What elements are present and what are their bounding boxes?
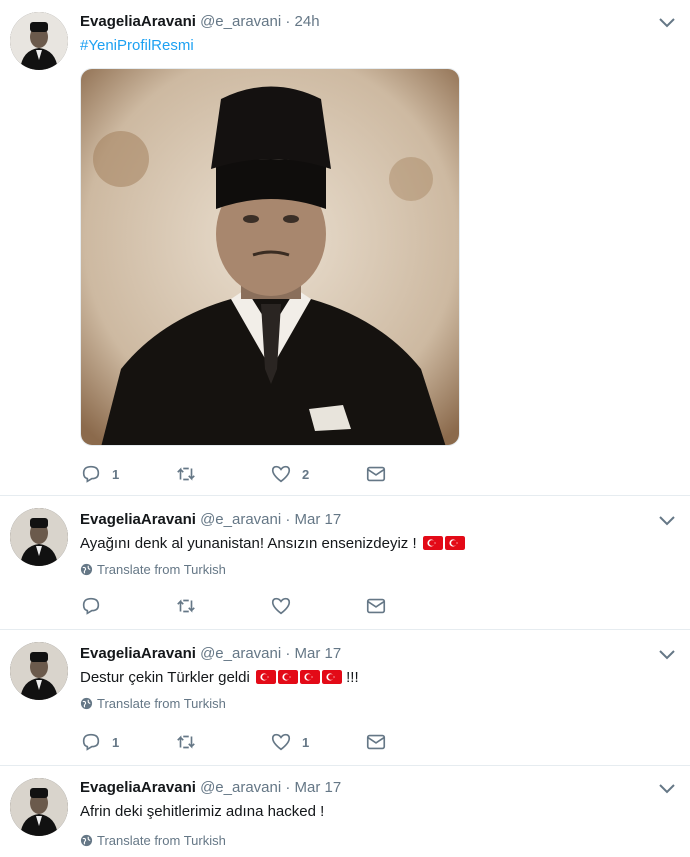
tweet-actions: 1 1 — [80, 730, 400, 754]
turkish-flag-icon — [277, 670, 298, 684]
envelope-icon — [366, 734, 386, 750]
avatar[interactable] — [10, 642, 68, 700]
like-button[interactable]: 2 — [270, 462, 309, 486]
heart-icon — [271, 465, 291, 483]
heart-icon — [271, 597, 291, 615]
tweet-header: EvageliaAravani @e_aravani · Mar 17 — [80, 644, 341, 664]
chevron-down-icon[interactable] — [658, 17, 676, 29]
tweet-header: EvageliaAravani @e_aravani · 24h — [80, 12, 320, 32]
globe-icon — [80, 563, 93, 576]
avatar[interactable] — [10, 508, 68, 566]
reply-button[interactable] — [80, 594, 102, 618]
tweet-body-suffix: !!! — [346, 669, 359, 686]
tweet-header: EvageliaAravani @e_aravani · Mar 17 — [80, 778, 341, 798]
tweet[interactable]: EvageliaAravani @e_aravani · Mar 17 Dest… — [0, 630, 690, 766]
reply-count: 1 — [112, 466, 120, 482]
chevron-down-icon[interactable] — [658, 649, 676, 661]
like-button[interactable] — [270, 594, 292, 618]
tweet-body: Destur çekin Türkler geldi — [80, 669, 250, 686]
globe-icon — [80, 697, 93, 710]
retweet-icon — [177, 735, 195, 749]
tweet-text: Destur çekin Türkler geldi !!! — [80, 668, 359, 688]
translate-link[interactable]: Translate from Turkish — [80, 833, 226, 849]
author-name[interactable]: EvageliaAravani — [80, 779, 196, 796]
dm-button[interactable] — [365, 730, 387, 754]
turkish-flag-icon — [444, 536, 465, 550]
tweet[interactable]: EvageliaAravani @e_aravani · Mar 17 Ayağ… — [0, 496, 690, 630]
chevron-down-icon[interactable] — [658, 515, 676, 527]
retweet-icon — [177, 599, 195, 613]
reply-icon — [82, 733, 100, 751]
dm-button[interactable] — [365, 462, 387, 486]
retweet-button[interactable] — [175, 462, 207, 486]
translate-link[interactable]: Translate from Turkish — [80, 562, 226, 578]
tweet-photo[interactable] — [80, 68, 460, 446]
tweet-header: EvageliaAravani @e_aravani · Mar 17 — [80, 510, 341, 530]
turkish-flag-icon — [255, 670, 276, 684]
translate-label: Translate from Turkish — [97, 833, 226, 848]
turkish-flag-icon — [299, 670, 320, 684]
dm-button[interactable] — [365, 594, 387, 618]
tweet-timestamp[interactable]: 24h — [295, 13, 320, 30]
tweet-actions — [80, 594, 400, 618]
hashtag-link[interactable]: #YeniProfilResmi — [80, 37, 194, 54]
retweet-button[interactable] — [175, 594, 197, 618]
tweet-timestamp[interactable]: Mar 17 — [295, 779, 342, 796]
translate-link[interactable]: Translate from Turkish — [80, 696, 226, 712]
author-handle[interactable]: @e_aravani — [200, 511, 281, 528]
turkish-flag-icon — [321, 670, 342, 684]
separator-dot: · — [285, 779, 291, 796]
reply-icon — [82, 597, 100, 615]
envelope-icon — [366, 466, 386, 482]
reply-count: 1 — [112, 734, 120, 750]
reply-button[interactable]: 1 — [80, 462, 119, 486]
translate-label: Translate from Turkish — [97, 696, 226, 711]
tweet-timestamp[interactable]: Mar 17 — [295, 645, 342, 662]
author-handle[interactable]: @e_aravani — [200, 645, 281, 662]
globe-icon — [80, 834, 93, 847]
like-count: 1 — [302, 734, 310, 750]
reply-icon — [82, 465, 100, 483]
tweet-timestamp[interactable]: Mar 17 — [295, 511, 342, 528]
portrait-image — [81, 69, 459, 445]
tweet-feed: EvageliaAravani @e_aravani · 24h #YeniPr… — [0, 0, 690, 857]
avatar[interactable] — [10, 12, 68, 70]
heart-icon — [271, 733, 291, 751]
tweet-text: #YeniProfilResmi — [80, 36, 194, 56]
retweet-button[interactable] — [175, 730, 197, 754]
envelope-icon — [366, 598, 386, 614]
separator-dot: · — [285, 645, 291, 662]
translate-label: Translate from Turkish — [97, 562, 226, 577]
chevron-down-icon[interactable] — [658, 783, 676, 795]
author-name[interactable]: EvageliaAravani — [80, 645, 196, 662]
author-handle[interactable]: @e_aravani — [200, 779, 281, 796]
retweet-icon — [177, 467, 195, 481]
turkish-flag-icon — [422, 536, 443, 550]
separator-dot: · — [285, 511, 291, 528]
tweet-text: Ayağını denk al yunanistan! Ansızın ense… — [80, 534, 465, 554]
separator-dot: · — [285, 13, 291, 30]
tweet-body: Ayağını denk al yunanistan! Ansızın ense… — [80, 535, 417, 552]
tweet-actions: 1 2 — [80, 462, 400, 486]
tweet[interactable]: EvageliaAravani @e_aravani · 24h #YeniPr… — [0, 0, 690, 496]
author-name[interactable]: EvageliaAravani — [80, 13, 196, 30]
like-count: 2 — [302, 466, 310, 482]
reply-button[interactable]: 1 — [80, 730, 119, 754]
author-handle[interactable]: @e_aravani — [200, 13, 281, 30]
tweet[interactable]: EvageliaAravani @e_aravani · Mar 17 Afri… — [0, 766, 690, 857]
like-button[interactable]: 1 — [270, 730, 309, 754]
avatar[interactable] — [10, 778, 68, 836]
tweet-text: Afrin deki şehitlerimiz adına hacked ! — [80, 802, 324, 822]
author-name[interactable]: EvageliaAravani — [80, 511, 196, 528]
tweet-body: Afrin deki şehitlerimiz adına hacked ! — [80, 803, 325, 820]
